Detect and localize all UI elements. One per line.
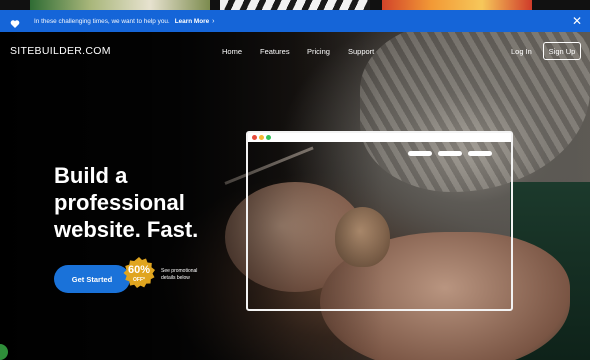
chevron-right-icon[interactable]: ›	[212, 18, 214, 25]
hero-headline: Build a professional website. Fast.	[54, 162, 198, 243]
mockup-nav-pill	[408, 151, 432, 156]
browser-mockup-frame	[246, 131, 513, 311]
learn-more-link[interactable]: Learn More	[175, 18, 209, 25]
nav-pricing[interactable]: Pricing	[307, 47, 330, 56]
background-image-strip	[0, 0, 590, 10]
close-icon[interactable]: ✕	[572, 13, 582, 29]
badge-off: OFF*	[133, 277, 145, 283]
nav-support[interactable]: Support	[348, 47, 374, 56]
nav-home[interactable]: Home	[222, 47, 242, 56]
signup-button[interactable]: Sign Up	[543, 42, 581, 60]
logo-name: SITEBUILDER	[10, 45, 83, 57]
background-tile	[382, 0, 532, 10]
discount-badge: 60% OFF*	[122, 256, 156, 290]
logo-suffix: .COM	[82, 45, 111, 57]
browser-mockup-titlebar	[248, 133, 511, 142]
heart-icon	[10, 16, 20, 28]
window-close-dot	[252, 135, 257, 140]
site-logo[interactable]: SITEBUILDER.COM	[10, 45, 111, 57]
background-tile	[220, 0, 370, 10]
mockup-nav-pill	[468, 151, 492, 156]
nav-features[interactable]: Features	[260, 47, 290, 56]
get-started-button[interactable]: Get Started	[54, 265, 130, 293]
notification-bar: In these challenging times, we want to h…	[0, 10, 590, 32]
headline-line: website. Fast.	[54, 217, 199, 242]
headline-line: professional	[54, 190, 185, 215]
window-minimize-dot	[259, 135, 264, 140]
login-link[interactable]: Log In	[511, 47, 532, 56]
mockup-nav-pill	[438, 151, 462, 156]
background-tile	[30, 0, 210, 10]
notification-message: In these challenging times, we want to h…	[34, 17, 170, 25]
headline-line: Build a	[54, 163, 128, 188]
promo-note: See promotional details below	[161, 268, 198, 281]
badge-percent: 60%	[127, 264, 151, 276]
window-maximize-dot	[266, 135, 271, 140]
